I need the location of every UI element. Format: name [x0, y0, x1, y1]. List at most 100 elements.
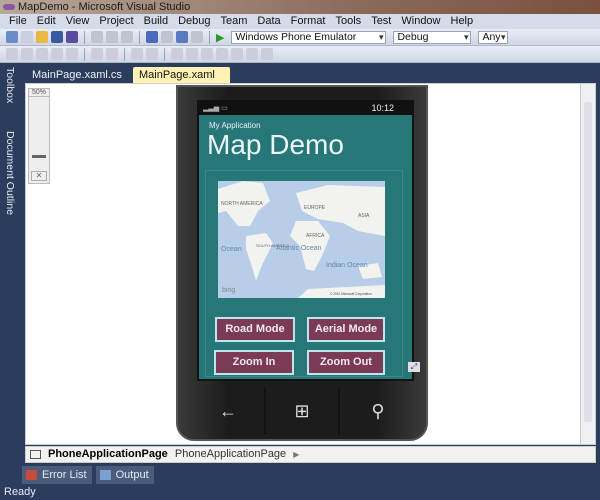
separator [84, 30, 85, 44]
font-size-icon[interactable] [51, 48, 63, 60]
breadcrumb: PhoneApplicationPage PhoneApplicationPag… [25, 446, 596, 463]
paste-icon[interactable] [121, 31, 133, 43]
layout-toolbar [0, 46, 600, 63]
error-list-tab[interactable]: Error List [22, 466, 92, 484]
add-item-icon[interactable] [21, 31, 33, 43]
road-mode-button[interactable]: Road Mode [215, 317, 295, 342]
bookmark-icon[interactable] [231, 48, 243, 60]
output-label: Output [115, 469, 149, 481]
menu-file[interactable]: File [4, 14, 32, 29]
copy-icon[interactable] [106, 31, 118, 43]
standard-toolbar: ▶ Windows Phone Emulator Debug Any [0, 29, 600, 46]
document-tabs: MainPage.xaml.cs MainPage.xaml ✕ [22, 63, 600, 97]
bing-logo: bing [222, 287, 235, 294]
bookmark-icon[interactable] [216, 48, 228, 60]
align-icon[interactable] [36, 48, 48, 60]
zoom-thumb[interactable] [32, 155, 46, 158]
output-icon [99, 470, 111, 480]
menu-window[interactable]: Window [396, 14, 445, 29]
menu-build[interactable]: Build [139, 14, 173, 29]
bookmark-icon[interactable] [171, 48, 183, 60]
menu-project[interactable]: Project [94, 14, 138, 29]
separator [124, 47, 125, 61]
zoom-level: 50% [29, 89, 49, 97]
zoom-slider[interactable]: 50% ✕ [28, 88, 50, 184]
target-dropdown[interactable]: Windows Phone Emulator [231, 30, 387, 44]
comment-icon[interactable] [131, 48, 143, 60]
save-all-icon[interactable] [66, 31, 78, 43]
map-control[interactable]: NORTH AMERICA EUROPE ASIA AFRICA SOUTH A… [218, 181, 385, 298]
redo-icon[interactable] [161, 31, 173, 43]
find-icon[interactable] [191, 31, 203, 43]
bookmark-icon[interactable] [261, 48, 273, 60]
navigate-icon[interactable] [176, 31, 188, 43]
menu-edit[interactable]: Edit [32, 14, 61, 29]
toolbox-tab[interactable]: Toolbox [4, 67, 16, 103]
align-icon[interactable] [6, 48, 18, 60]
menu-test[interactable]: Test [366, 14, 396, 29]
vertical-scrollbar[interactable] [580, 84, 595, 444]
new-project-icon[interactable] [6, 31, 18, 43]
menu-team[interactable]: Team [216, 14, 253, 29]
back-button-icon[interactable]: ← [190, 388, 266, 434]
title-bar: MapDemo - Microsoft Visual Studio [0, 0, 600, 14]
bookmark-icon[interactable] [201, 48, 213, 60]
save-icon[interactable] [51, 31, 63, 43]
bookmark-icon[interactable] [246, 48, 258, 60]
breadcrumb-name[interactable]: PhoneApplicationPage [175, 448, 286, 460]
platform-dropdown[interactable]: Any [478, 30, 509, 44]
map-label-ocean: Ocean [221, 246, 242, 253]
output-tab[interactable]: Output [95, 466, 154, 484]
menu-tools[interactable]: Tools [331, 14, 367, 29]
tab-label: MainPage.xaml [139, 69, 215, 81]
resize-icon[interactable]: ⤢ [408, 362, 420, 372]
undo-icon[interactable] [146, 31, 158, 43]
status-bar: Ready [0, 485, 600, 500]
map-label-indian: Indian Ocean [326, 262, 368, 269]
start-debugging-icon[interactable]: ▶ [216, 31, 224, 44]
tab-mainpage-xaml-cs[interactable]: MainPage.xaml.cs [26, 67, 128, 83]
map-label-north-america: NORTH AMERICA [221, 201, 263, 207]
indent-icon[interactable] [91, 48, 103, 60]
page-title: Map Demo [207, 129, 344, 160]
zoom-out-button[interactable]: Zoom Out [307, 350, 385, 375]
open-folder-icon[interactable] [36, 31, 48, 43]
menu-view[interactable]: View [61, 14, 95, 29]
separator [84, 47, 85, 61]
uncomment-icon[interactable] [146, 48, 158, 60]
clock: 10:12 [371, 103, 394, 113]
menu-data[interactable]: Data [252, 14, 285, 29]
document-outline-tab[interactable]: Document Outline [4, 131, 16, 215]
error-list-label: Error List [42, 469, 87, 481]
error-list-icon [26, 470, 37, 480]
signal-icon: ▂▃▅ ▭ [203, 105, 228, 112]
outdent-icon[interactable] [106, 48, 118, 60]
map-label-europe: EUROPE [304, 205, 326, 211]
map-label-africa: AFRICA [306, 233, 325, 239]
tab-mainpage-xaml[interactable]: MainPage.xaml ✕ [133, 67, 230, 97]
tool-window-tabs: Error List Output [22, 466, 154, 484]
map-copyright: © 2010 Microsoft Corporation [330, 292, 372, 296]
menu-debug[interactable]: Debug [173, 14, 215, 29]
bookmark-icon[interactable] [186, 48, 198, 60]
aerial-mode-button[interactable]: Aerial Mode [307, 317, 385, 342]
text-icon[interactable] [66, 48, 78, 60]
element-icon [30, 450, 41, 459]
search-button-icon[interactable]: ⚲ [340, 388, 416, 434]
windows-start-icon[interactable]: ⊞ [264, 388, 340, 434]
side-tool-strip: Toolbox Document Outline [0, 63, 22, 463]
align-icon[interactable] [21, 48, 33, 60]
map-label-asia: ASIA [358, 213, 370, 219]
separator [164, 47, 165, 61]
vs-logo-icon [3, 4, 15, 10]
chevron-right-icon[interactable]: ▶ [293, 450, 299, 459]
breadcrumb-type[interactable]: PhoneApplicationPage [48, 448, 168, 460]
menu-help[interactable]: Help [446, 14, 479, 29]
fit-icon[interactable]: ✕ [31, 171, 47, 181]
menu-format[interactable]: Format [286, 14, 331, 29]
separator [209, 30, 210, 44]
configuration-dropdown[interactable]: Debug [393, 30, 472, 44]
map-label-atlantic: Atlantic Ocean [276, 245, 322, 252]
zoom-in-button[interactable]: Zoom In [214, 350, 294, 375]
cut-icon[interactable] [91, 31, 103, 43]
